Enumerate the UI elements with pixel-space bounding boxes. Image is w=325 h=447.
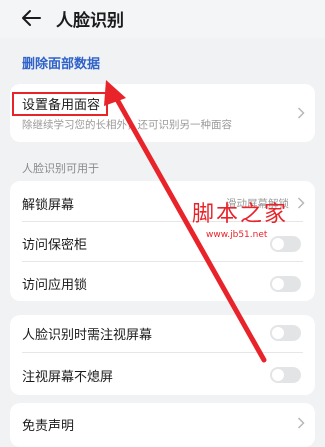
highlight-box xyxy=(12,92,108,116)
attention-toggle[interactable] xyxy=(270,325,301,341)
vault-label: 访问保密柜 xyxy=(22,238,88,253)
unlock-label: 解锁屏幕 xyxy=(22,198,75,213)
back-arrow-icon[interactable] xyxy=(20,8,42,28)
attention-label: 人脸识别时需注视屏幕 xyxy=(22,328,153,343)
applock-label: 访问应用锁 xyxy=(22,278,88,293)
page-title: 人脸识别 xyxy=(56,11,124,31)
chevron-right-icon xyxy=(297,417,305,429)
watermark-name: 脚本之家 xyxy=(192,202,289,227)
applock-row: 访问应用锁 xyxy=(22,274,303,293)
app-header: 人脸识别 xyxy=(0,0,325,38)
divider xyxy=(22,261,303,262)
applock-toggle[interactable] xyxy=(270,276,301,292)
chevron-right-icon xyxy=(297,107,305,119)
alt-face-subtitle: 除继续学习您的长相外，还可识别另一种面容 xyxy=(22,119,232,131)
attention-card: 人脸识别时需注视屏幕 注视屏幕不熄屏 xyxy=(10,315,315,395)
vault-toggle[interactable] xyxy=(270,236,301,252)
section-title: 人脸识别可用于 xyxy=(22,162,99,175)
attention-row: 人脸识别时需注视屏幕 xyxy=(22,324,303,343)
alt-face-subtitle-row: 除继续学习您的长相外，还可识别另一种面容 xyxy=(22,117,303,132)
stay-on-row: 注视屏幕不熄屏 xyxy=(22,366,303,385)
chevron-right-icon xyxy=(297,197,305,209)
disclaimer-label: 免责声明 xyxy=(22,419,75,434)
divider xyxy=(22,352,303,353)
watermark: 脚本之家 www.jb51.net xyxy=(192,196,289,240)
watermark-url: www.jb51.net xyxy=(206,230,268,240)
delete-face-data-link[interactable]: 删除面部数据 xyxy=(22,53,100,72)
stay-on-toggle[interactable] xyxy=(270,367,301,383)
disclaimer-card[interactable]: 免责声明 xyxy=(10,403,315,447)
stay-on-label: 注视屏幕不熄屏 xyxy=(22,370,114,385)
disclaimer-row[interactable]: 免责声明 xyxy=(22,415,303,434)
